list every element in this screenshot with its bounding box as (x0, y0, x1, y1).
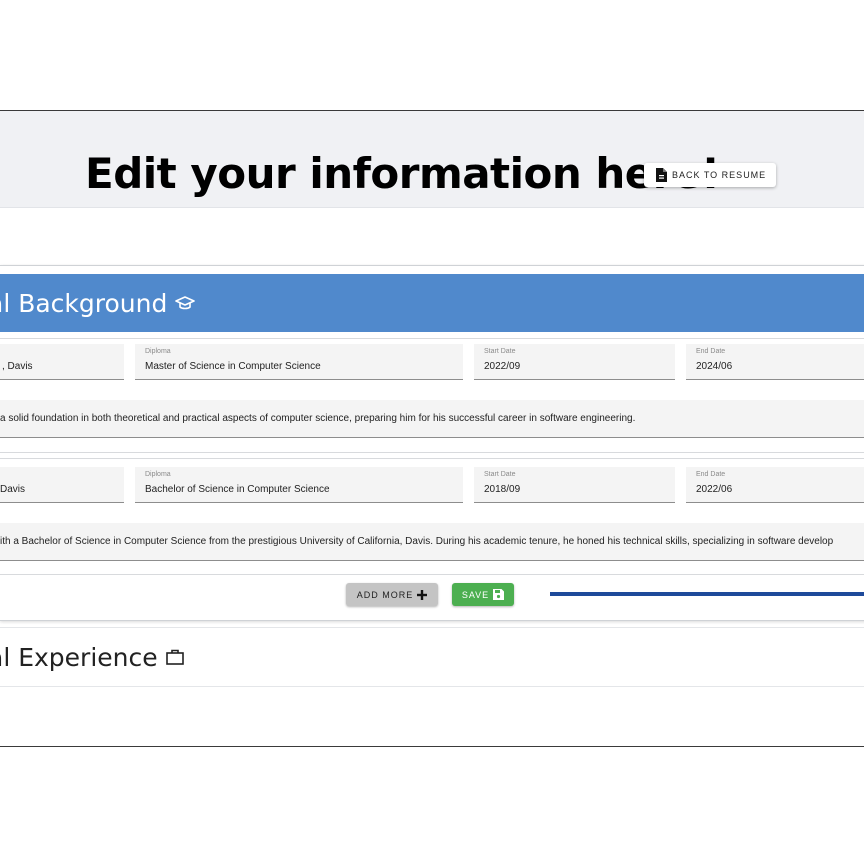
save-button[interactable]: SAVE (452, 583, 514, 606)
end-date-field[interactable]: End Date 2022/06 (686, 467, 864, 503)
start-date-label: Start Date (484, 471, 516, 478)
experience-section-header: al Experience (0, 627, 864, 687)
save-label: SAVE (461, 589, 490, 600)
description-value: a solid foundation in both theoretical a… (0, 413, 636, 424)
description-field[interactable]: ith a Bachelor of Science in Computer Sc… (0, 523, 864, 561)
back-to-resume-button[interactable]: BACK TO RESUME (644, 163, 776, 187)
education-panel-header: al Background (0, 274, 864, 332)
diploma-label: Diploma (145, 348, 171, 355)
start-date-field[interactable]: Start Date 2022/09 (474, 344, 675, 380)
start-date-value: 2022/09 (484, 361, 521, 372)
start-date-label: Start Date (484, 348, 516, 355)
diploma-value: Master of Science in Computer Science (145, 361, 321, 372)
diploma-label: Diploma (145, 471, 171, 478)
diploma-field[interactable]: Diploma Master of Science in Computer Sc… (135, 344, 463, 380)
description-value: ith a Bachelor of Science in Computer Sc… (0, 536, 834, 547)
description-field[interactable]: a solid foundation in both theoretical a… (0, 400, 864, 438)
add-more-button[interactable]: ADD MORE (346, 583, 438, 606)
app-window: Edit your information here! BACK TO RESU… (0, 110, 864, 747)
back-to-resume-label: BACK TO RESUME (672, 170, 767, 180)
institution-field[interactable]: , Davis (0, 344, 124, 380)
diploma-field[interactable]: Diploma Bachelor of Science in Computer … (135, 467, 463, 503)
briefcase-icon (165, 649, 184, 665)
experience-title: al Experience (0, 642, 158, 672)
end-date-value: 2024/06 (696, 361, 733, 372)
institution-value: , Davis (2, 361, 33, 372)
end-date-label: End Date (696, 471, 726, 478)
education-title: al Background (0, 288, 168, 318)
institution-value: Davis (0, 484, 26, 495)
end-date-value: 2022/06 (696, 484, 733, 495)
floppy-disk-icon (493, 589, 505, 600)
annotation-line (550, 592, 864, 596)
start-date-value: 2018/09 (484, 484, 521, 495)
end-date-label: End Date (696, 348, 726, 355)
diploma-value: Bachelor of Science in Computer Science (145, 484, 330, 495)
start-date-field[interactable]: Start Date 2018/09 (474, 467, 675, 503)
end-date-field[interactable]: End Date 2024/06 (686, 344, 864, 380)
add-more-label: ADD MORE (356, 589, 414, 600)
page-title: Edit your information here! (85, 149, 720, 198)
page-header: Edit your information here! BACK TO RESU… (0, 111, 864, 208)
file-icon (656, 168, 667, 182)
education-panel: al Background , Davis Diploma Master of … (0, 265, 864, 621)
institution-field[interactable]: Davis (0, 467, 124, 503)
plus-icon (417, 589, 428, 600)
graduation-cap-icon (175, 295, 196, 311)
